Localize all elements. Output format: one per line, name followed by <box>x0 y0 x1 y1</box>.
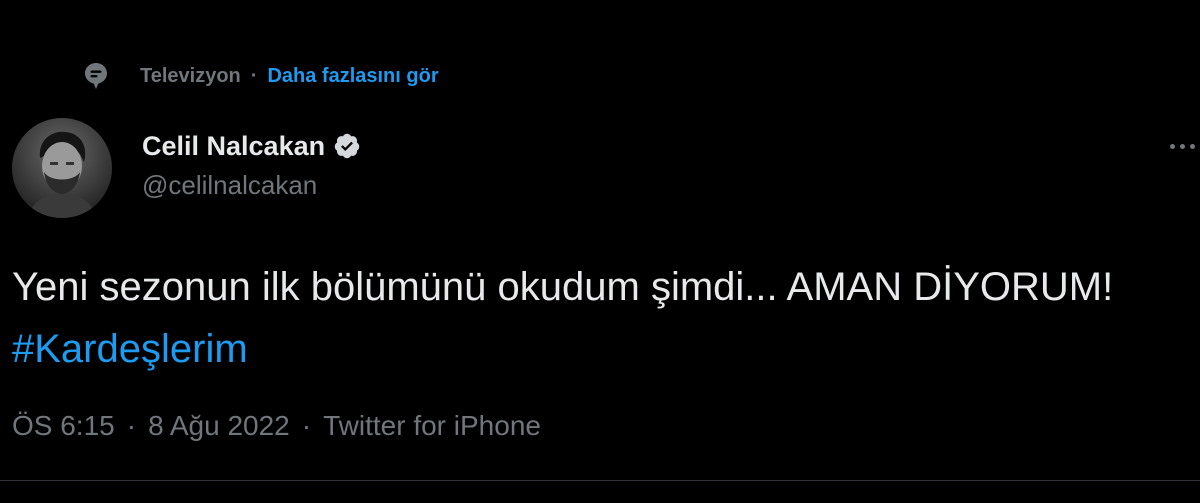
tweet-body: Yeni sezonun ilk bölümünü okudum şimdi..… <box>12 265 1114 309</box>
tweet-date[interactable]: 8 Ağu 2022 <box>148 410 290 442</box>
topic-bubble-icon <box>84 61 110 91</box>
name-row: Celil Nalcakan <box>142 126 361 166</box>
meta-separator: · <box>301 410 312 441</box>
more-dot <box>1190 143 1195 149</box>
more-dot <box>1170 143 1175 149</box>
more-dot <box>1180 143 1185 149</box>
see-more-link[interactable]: Daha fazlasını gör <box>267 65 438 88</box>
context-separator: · <box>250 64 258 87</box>
display-name[interactable]: Celil Nalcakan <box>142 131 325 162</box>
tweet-source: Twitter for iPhone <box>323 410 541 441</box>
avatar[interactable] <box>12 118 112 218</box>
topic-label[interactable]: Televizyon <box>140 65 241 88</box>
user-handle[interactable]: @celilnalcakan <box>142 170 361 201</box>
user-info: Celil Nalcakan @celilnalcakan <box>142 126 361 201</box>
verified-badge-icon[interactable] <box>333 132 361 160</box>
tweet-text: Yeni sezonun ilk bölümünü okudum şimdi..… <box>12 256 1162 380</box>
social-context: Televizyon · Daha fazlasını gör <box>84 58 439 94</box>
tweet-meta: ÖS 6:15 · 8 Ağu 2022 · Twitter for iPhon… <box>12 406 541 446</box>
divider <box>0 480 1200 481</box>
tweet-time[interactable]: ÖS 6:15 <box>12 410 115 442</box>
hashtag-link[interactable]: #Kardeşlerim <box>12 327 248 371</box>
meta-separator: · <box>126 410 137 441</box>
more-options-icon[interactable] <box>1170 134 1200 158</box>
